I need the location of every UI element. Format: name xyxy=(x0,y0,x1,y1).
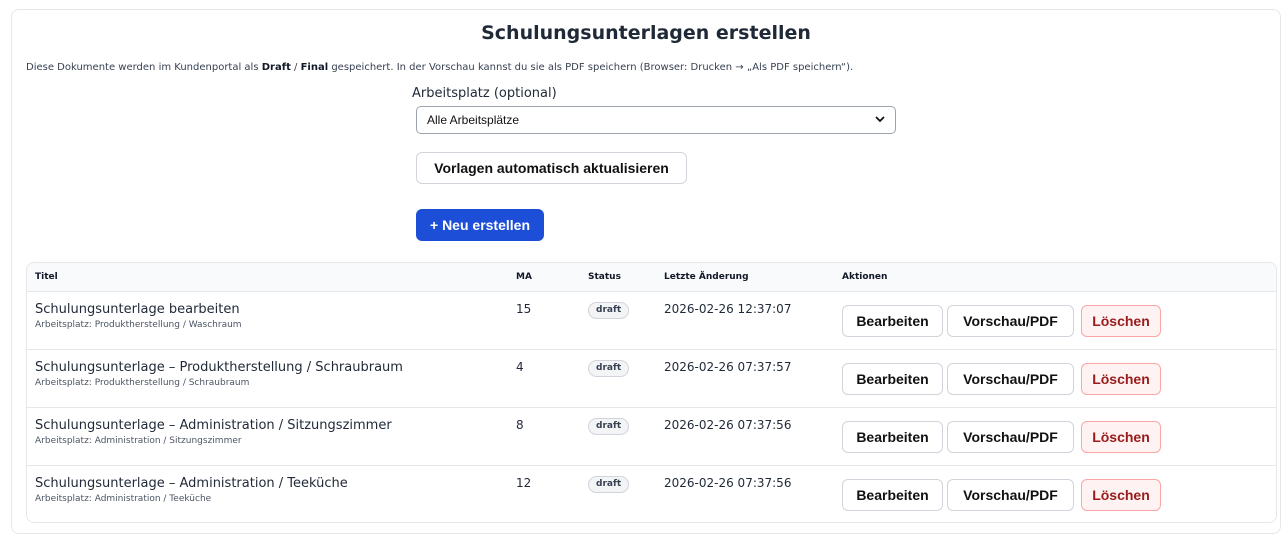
row-title: Schulungsunterlage – Produktherstellung … xyxy=(35,360,403,375)
status-badge: draft xyxy=(588,476,630,493)
subtitle-final: Final xyxy=(300,62,329,73)
preview-pdf-button[interactable]: Vorschau/PDF xyxy=(947,305,1074,337)
row-workplace: Arbeitsplatz: Administration / Sitzungsz… xyxy=(35,436,242,446)
row-last-change: 2026-02-26 07:37:56 xyxy=(664,418,792,432)
status-badge: draft xyxy=(588,360,630,377)
preview-pdf-button[interactable]: Vorschau/PDF xyxy=(947,479,1074,511)
workplace-label: Arbeitsplatz (optional) xyxy=(412,86,557,101)
edit-button[interactable]: Bearbeiten xyxy=(842,363,943,395)
header-last-change: Letzte Änderung xyxy=(664,272,749,282)
header-actions: Aktionen xyxy=(842,272,888,282)
row-workplace: Arbeitsplatz: Produktherstellung / Schra… xyxy=(35,378,250,388)
page-subtitle: Diese Dokumente werden im Kundenportal a… xyxy=(26,62,853,73)
header-status: Status xyxy=(588,272,621,282)
delete-button[interactable]: Löschen xyxy=(1081,479,1161,511)
table-row: Schulungsunterlage bearbeiten Arbeitspla… xyxy=(27,292,1276,350)
page-title: Schulungsunterlagen erstellen xyxy=(481,22,811,44)
edit-button[interactable]: Bearbeiten xyxy=(842,479,943,511)
workplace-select-value: Alle Arbeitsplätze xyxy=(427,113,520,127)
delete-button[interactable]: Löschen xyxy=(1081,363,1161,395)
row-workplace: Arbeitsplatz: Administration / Teeküche xyxy=(35,494,212,504)
main-card: Schulungsunterlagen erstellen Diese Doku… xyxy=(11,9,1281,534)
delete-button[interactable]: Löschen xyxy=(1081,421,1161,453)
edit-button[interactable]: Bearbeiten xyxy=(842,421,943,453)
subtitle-separator: / xyxy=(290,62,301,73)
row-last-change: 2026-02-26 07:37:57 xyxy=(664,360,792,374)
row-workplace: Arbeitsplatz: Produktherstellung / Wasch… xyxy=(35,320,242,330)
table-row: Schulungsunterlage – Administration / Si… xyxy=(27,408,1276,466)
row-title: Schulungsunterlage bearbeiten xyxy=(35,302,240,317)
row-last-change: 2026-02-26 12:37:07 xyxy=(664,302,792,316)
status-badge: draft xyxy=(588,418,630,435)
row-last-change: 2026-02-26 07:37:56 xyxy=(664,476,792,490)
header-title: Titel xyxy=(35,272,58,282)
subtitle-text-1: Diese Dokumente werden im Kundenportal a… xyxy=(26,62,262,73)
table-row: Schulungsunterlage – Administration / Te… xyxy=(27,466,1276,522)
table-row: Schulungsunterlage – Produktherstellung … xyxy=(27,350,1276,408)
row-ma: 12 xyxy=(516,476,532,490)
header-ma: MA xyxy=(516,272,532,282)
row-title: Schulungsunterlage – Administration / Te… xyxy=(35,476,348,491)
row-ma: 4 xyxy=(516,360,524,374)
create-new-button[interactable]: + Neu erstellen xyxy=(416,209,544,241)
edit-button[interactable]: Bearbeiten xyxy=(842,305,943,337)
documents-table: Titel MA Status Letzte Änderung Aktionen… xyxy=(26,262,1277,523)
preview-pdf-button[interactable]: Vorschau/PDF xyxy=(947,421,1074,453)
table-header: Titel MA Status Letzte Änderung Aktionen xyxy=(27,263,1276,292)
delete-button[interactable]: Löschen xyxy=(1081,305,1161,337)
row-ma: 15 xyxy=(516,302,532,316)
preview-pdf-button[interactable]: Vorschau/PDF xyxy=(947,363,1074,395)
status-badge: draft xyxy=(588,302,630,319)
row-ma: 8 xyxy=(516,418,524,432)
update-templates-button[interactable]: Vorlagen automatisch aktualisieren xyxy=(416,152,687,184)
chevron-down-icon xyxy=(875,115,885,126)
row-title: Schulungsunterlage – Administration / Si… xyxy=(35,418,392,433)
subtitle-text-2: gespeichert. In der Vorschau kannst du s… xyxy=(328,62,854,73)
subtitle-draft: Draft xyxy=(261,62,291,73)
workplace-select[interactable]: Alle Arbeitsplätze xyxy=(416,106,896,134)
